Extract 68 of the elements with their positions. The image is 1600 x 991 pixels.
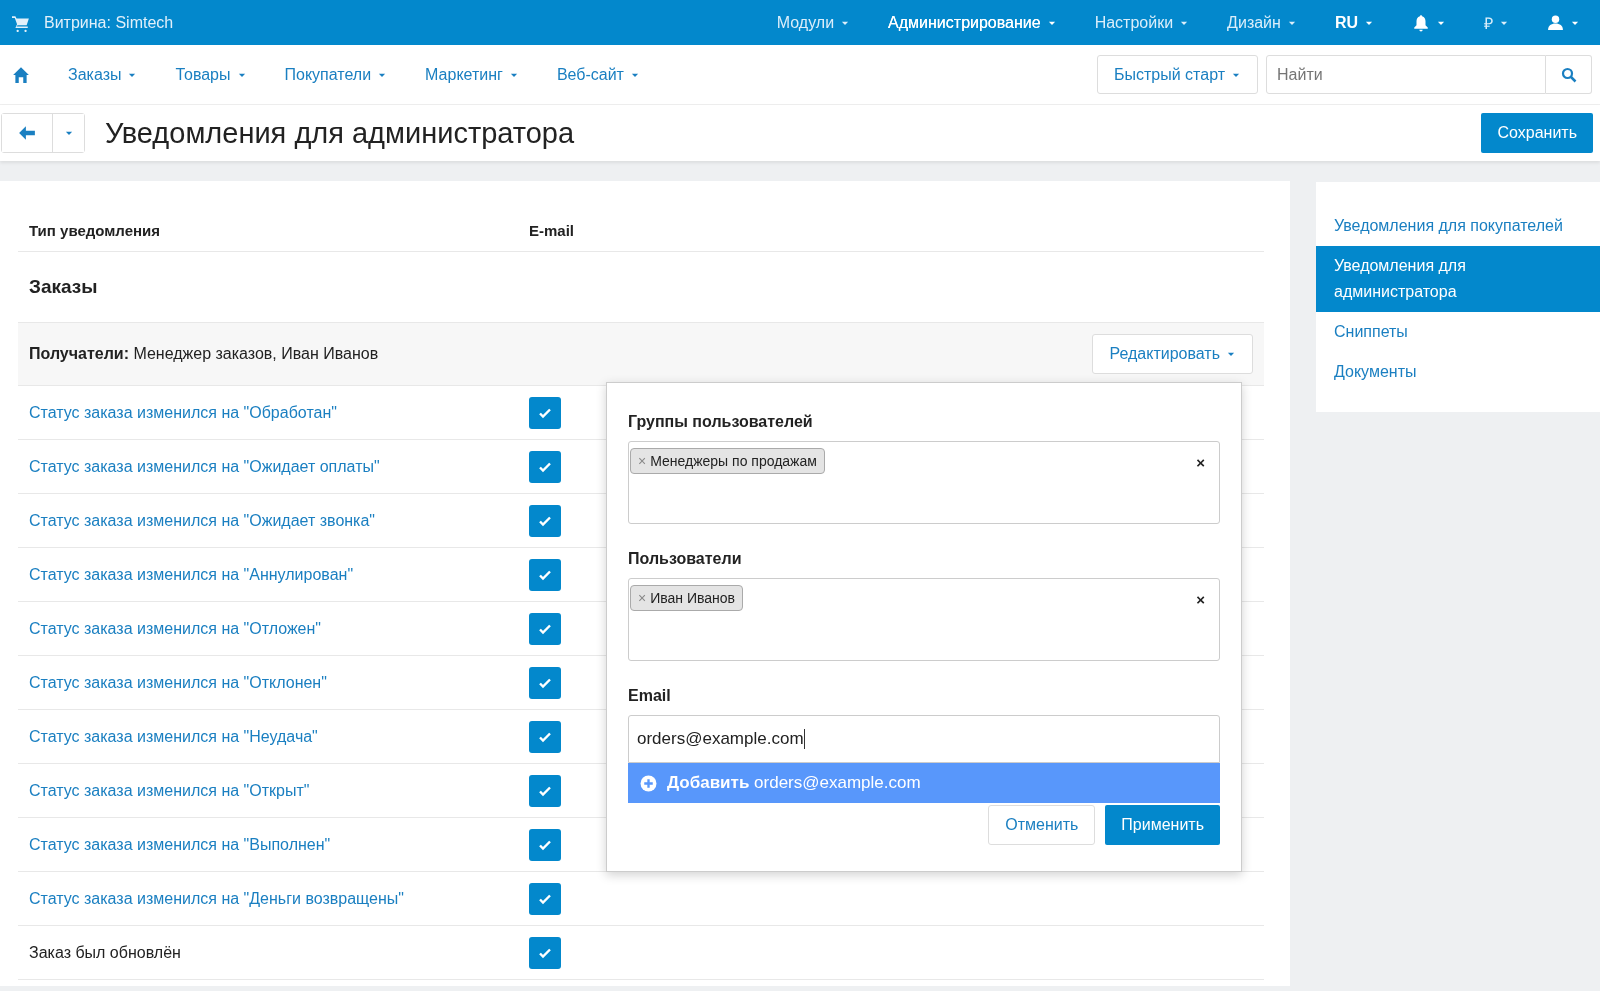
remove-tag-icon[interactable]: × — [638, 590, 647, 606]
clear-icon[interactable]: × — [1196, 454, 1205, 471]
currency-menu[interactable]: ₽ — [1484, 11, 1509, 34]
left-arrow-icon — [18, 124, 36, 142]
field-label: Пользователи — [628, 550, 743, 568]
remove-tag-icon[interactable]: × — [638, 453, 647, 469]
top-menu-item[interactable]: Модули — [776, 13, 851, 32]
apply-button[interactable]: Применить — [1105, 805, 1220, 845]
notification-link[interactable]: Статус заказа изменился на "Отклонен" — [29, 673, 529, 692]
notification-link[interactable]: Статус заказа изменился на "Открыт" — [29, 781, 529, 800]
field-label: Группы пользователей — [628, 413, 814, 431]
sidebar-item[interactable]: Сниппеты — [1316, 312, 1600, 352]
sidebar-item[interactable]: Уведомления для покупателей — [1316, 206, 1600, 246]
tag-select-field[interactable]: × Иван Иванов × — [628, 578, 1220, 661]
bell-icon[interactable] — [1412, 13, 1430, 32]
notification-link[interactable]: Статус заказа изменился на "Аннулирован" — [29, 565, 529, 584]
store-title[interactable]: Витрина: Simtech — [44, 13, 739, 32]
sidebar-item[interactable]: Документы — [1316, 352, 1600, 392]
column-header: E-mail — [529, 221, 574, 239]
notification-link[interactable]: Статус заказа изменился на "Неудача" — [29, 727, 529, 746]
nav-menu-item[interactable]: Покупатели — [284, 65, 388, 84]
email-checkbox[interactable] — [529, 558, 561, 591]
email-checkbox[interactable] — [529, 720, 561, 753]
email-checkbox[interactable] — [529, 666, 561, 699]
notification-link[interactable]: Статус заказа изменился на "Деньги возвращены" — [29, 889, 529, 908]
selected-tag[interactable]: × Менеджеры по продажам — [630, 448, 825, 474]
selected-tag[interactable]: × Иван Иванов — [630, 585, 744, 611]
top-menu-item[interactable]: Администрирование — [888, 13, 1057, 32]
notification-label: Заказ был обновлён — [29, 943, 182, 962]
notification-link[interactable]: Статус заказа изменился на "Ожидает звонка" — [29, 511, 529, 530]
home-icon[interactable] — [12, 65, 30, 84]
search-icon — [1560, 66, 1577, 83]
notification-link[interactable]: Статус заказа изменился на "Обработан" — [29, 403, 529, 422]
top-menu-item[interactable]: Настройки — [1094, 13, 1190, 32]
notification-link[interactable]: Статус заказа изменился на "Отложен" — [29, 619, 529, 638]
email-checkbox[interactable] — [529, 612, 561, 645]
quick-start-button[interactable]: Быстрый старт — [1096, 55, 1258, 94]
nav-menu-item[interactable]: Веб-сайт — [556, 65, 640, 84]
save-button[interactable]: Сохранить — [1481, 113, 1593, 153]
top-menu-item[interactable]: Дизайн — [1227, 13, 1297, 32]
field-label: Email — [628, 687, 672, 705]
top-menu-item[interactable]: RU — [1334, 13, 1374, 32]
recipients-text: Получатели: Менеджер заказов, Иван Иванов — [29, 345, 379, 363]
email-checkbox[interactable] — [529, 936, 561, 969]
page-title: Уведомления для администратора — [105, 116, 576, 150]
nav-menu-item[interactable]: Заказы — [68, 65, 138, 84]
column-header: Тип уведомления — [29, 221, 162, 239]
cancel-button[interactable]: Отменить — [988, 805, 1096, 845]
nav-menu-item[interactable]: Товары — [175, 65, 247, 84]
search-field[interactable]: Найти — [1266, 55, 1546, 94]
cart-icon[interactable] — [12, 13, 30, 32]
search-button[interactable] — [1546, 55, 1592, 94]
sidebar-item[interactable]: Уведомления для администратора — [1316, 246, 1600, 312]
email-checkbox[interactable] — [529, 774, 561, 807]
email-checkbox[interactable] — [529, 504, 561, 537]
add-email-option[interactable]: Добавить orders@example.com — [628, 763, 1220, 803]
email-checkbox[interactable] — [529, 450, 561, 483]
tag-select-field[interactable]: × Менеджеры по продажам × — [628, 441, 1220, 524]
email-checkbox[interactable] — [529, 828, 561, 861]
email-checkbox[interactable] — [529, 882, 561, 915]
user-icon[interactable] — [1547, 14, 1564, 31]
email-checkbox[interactable] — [529, 396, 561, 429]
edit-button[interactable]: Редактировать — [1092, 334, 1253, 374]
notification-link[interactable]: Статус заказа изменился на "Ожидает оплаты" — [29, 457, 529, 476]
clear-icon[interactable]: × — [1196, 591, 1205, 608]
nav-menu-item[interactable]: Маркетинг — [425, 65, 519, 84]
plus-circle-icon — [640, 774, 657, 792]
notification-link[interactable]: Статус заказа изменился на "Выполнен" — [29, 835, 529, 854]
